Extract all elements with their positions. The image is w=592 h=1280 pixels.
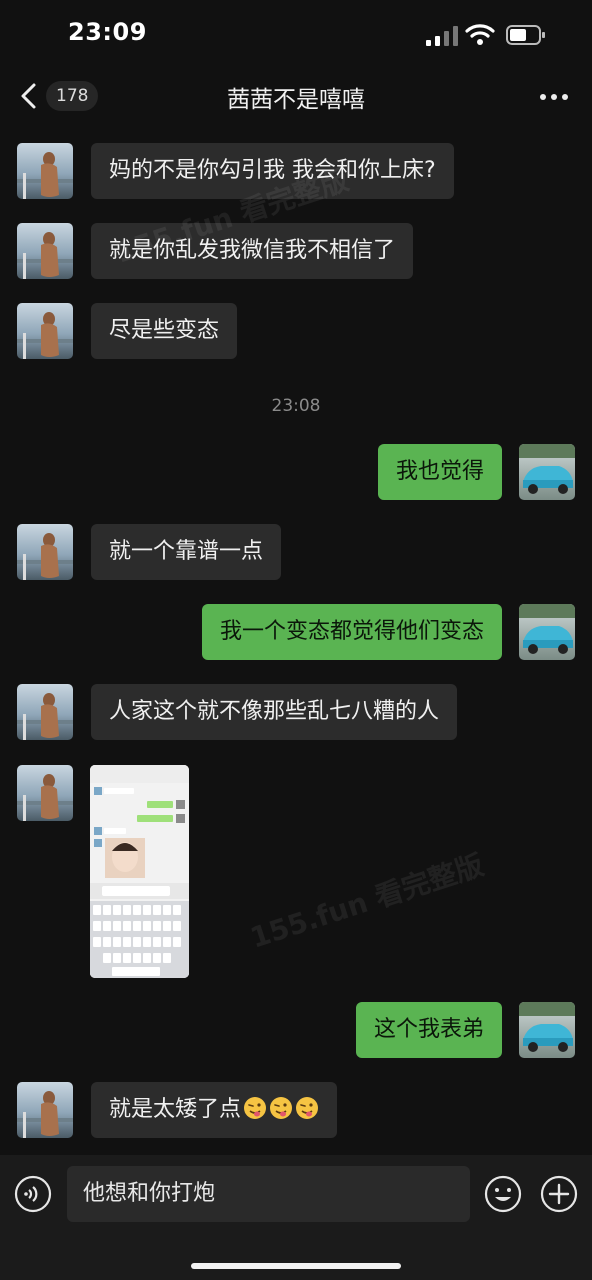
- outgoing-message[interactable]: 我一个变态都觉得他们变态: [201, 604, 502, 660]
- tongue-wink-emoji-icon: [244, 1097, 267, 1119]
- contact-avatar[interactable]: [17, 223, 73, 279]
- cellular-signal-icon: [426, 26, 458, 46]
- message-text: 就是太矮了点: [109, 1097, 242, 1122]
- contact-avatar[interactable]: [17, 1082, 73, 1138]
- incoming-message[interactable]: 就一个靠谱一点: [91, 524, 282, 580]
- voice-icon[interactable]: [14, 1175, 52, 1213]
- incoming-message[interactable]: 人家这个就不像那些乱七八糟的人: [91, 684, 458, 740]
- outgoing-message[interactable]: 我也觉得: [377, 444, 502, 500]
- clock: 23:09: [68, 18, 147, 46]
- my-avatar[interactable]: [519, 604, 575, 660]
- contact-avatar[interactable]: [17, 143, 73, 199]
- contact-avatar[interactable]: [17, 765, 73, 821]
- message-timestamp: 23:08: [271, 396, 321, 416]
- ellipsis-icon[interactable]: [540, 94, 568, 100]
- tongue-wink-emoji-icon: [270, 1097, 293, 1119]
- contact-avatar[interactable]: [17, 684, 73, 740]
- chat-title: 茜茜不是嘻嘻: [227, 87, 365, 113]
- watermark: 155.fun 看完整版: [246, 848, 488, 955]
- chat-header: 178 茜茜不是嘻嘻: [0, 70, 592, 122]
- image-message-thumbnail[interactable]: [90, 765, 189, 978]
- battery-icon: [506, 25, 545, 45]
- my-avatar[interactable]: [519, 444, 575, 500]
- wifi-icon: [465, 24, 495, 45]
- outgoing-message[interactable]: 这个我表弟: [355, 1002, 502, 1058]
- smiley-icon[interactable]: [484, 1175, 522, 1213]
- message-input[interactable]: 他想和你打炮: [67, 1166, 470, 1222]
- incoming-message[interactable]: 就是太矮了点: [91, 1082, 338, 1138]
- message-list[interactable]: 妈的不是你勾引我 我会和你上床? 就是你乱发我微信我不相信了 尽是些变态 23:…: [0, 125, 592, 1155]
- home-indicator[interactable]: [191, 1263, 401, 1269]
- status-bar: 23:09: [0, 0, 592, 70]
- incoming-message[interactable]: 尽是些变态: [91, 303, 238, 359]
- contact-avatar[interactable]: [17, 524, 73, 580]
- input-bar: 他想和你打炮: [0, 1155, 592, 1280]
- contact-avatar[interactable]: [17, 303, 73, 359]
- plus-circle-icon[interactable]: [540, 1175, 578, 1213]
- tongue-wink-emoji-icon: [296, 1097, 319, 1119]
- my-avatar[interactable]: [519, 1002, 575, 1058]
